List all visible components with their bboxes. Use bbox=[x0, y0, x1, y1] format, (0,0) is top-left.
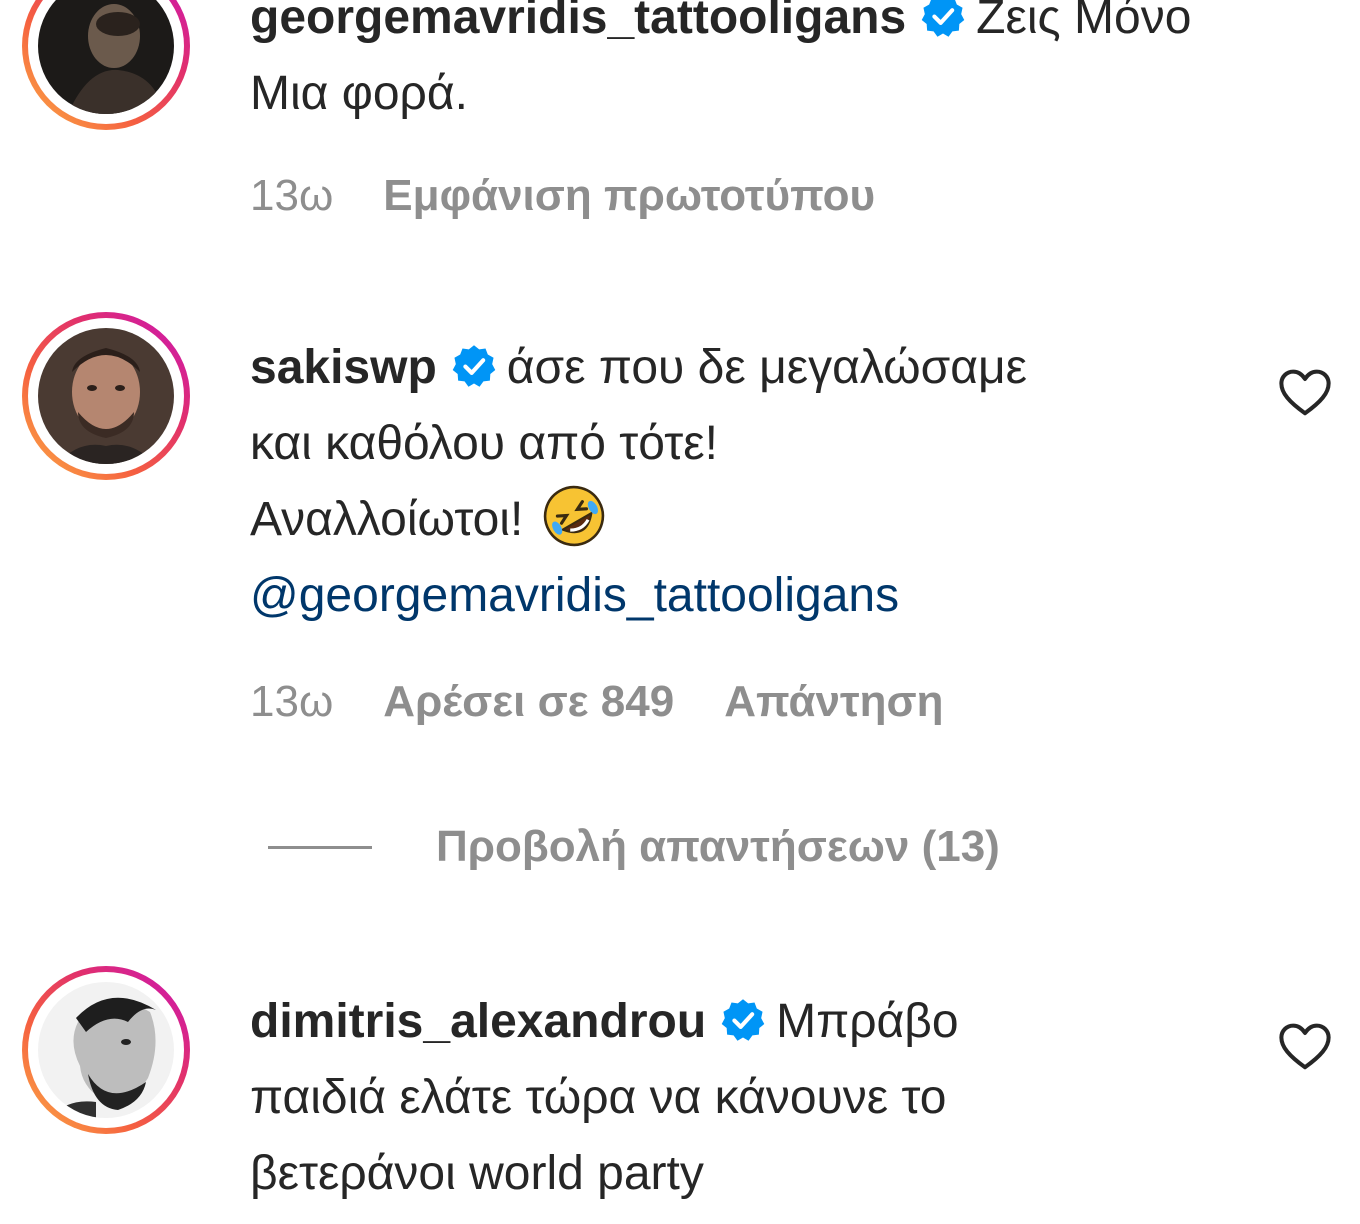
like-heart-icon[interactable] bbox=[1278, 368, 1332, 418]
comment-username[interactable]: dimitris_alexandrou bbox=[250, 995, 706, 1048]
verified-badge-icon bbox=[921, 0, 965, 37]
replies-divider bbox=[268, 845, 372, 849]
avatar bbox=[38, 982, 174, 1118]
view-replies-button[interactable]: Προβολή απαντήσεων (13) bbox=[268, 822, 1000, 882]
comment-username[interactable]: georgemavridis_tattooligans bbox=[250, 0, 906, 44]
avatar-story-ring[interactable] bbox=[22, 312, 190, 480]
avatar-story-ring[interactable] bbox=[22, 0, 190, 130]
view-replies-label: Προβολή απαντήσεων (13) bbox=[436, 822, 1000, 871]
comment-text-line-2: και καθόλου από τότε! bbox=[250, 417, 718, 470]
comment-text-line-1: Μπράβο bbox=[776, 995, 959, 1048]
rolling-on-floor-laughing-emoji-icon bbox=[544, 485, 605, 547]
avatar-story-ring[interactable] bbox=[22, 966, 190, 1134]
reply-button[interactable]: Απάντηση bbox=[724, 677, 943, 726]
comment-text-line-2: παιδιά ελάτε τώρα να κάνουνε το bbox=[250, 1071, 947, 1124]
mention-link[interactable]: @georgemavridis_tattooligans bbox=[250, 558, 1210, 634]
comment-time: 13ω bbox=[250, 171, 334, 220]
comment-text-line-3: Αναλλοίωτοι! bbox=[250, 493, 524, 546]
avatar bbox=[38, 0, 174, 114]
likes-count[interactable]: Αρέσει σε 849 bbox=[383, 677, 674, 726]
verified-badge-icon bbox=[452, 345, 496, 387]
comment-text-line-3: βετεράνοι world party bbox=[250, 1147, 704, 1200]
verified-badge-icon bbox=[721, 999, 765, 1041]
show-original-link[interactable]: Εμφάνιση πρωτοτύπου bbox=[383, 171, 875, 220]
comment-text-line-1: άσε που δε μεγαλώσαμε bbox=[506, 341, 1028, 394]
comment-username[interactable]: sakiswp bbox=[250, 341, 437, 394]
comment-time: 13ω bbox=[250, 677, 334, 726]
avatar bbox=[38, 328, 174, 464]
like-heart-icon[interactable] bbox=[1278, 1022, 1332, 1072]
